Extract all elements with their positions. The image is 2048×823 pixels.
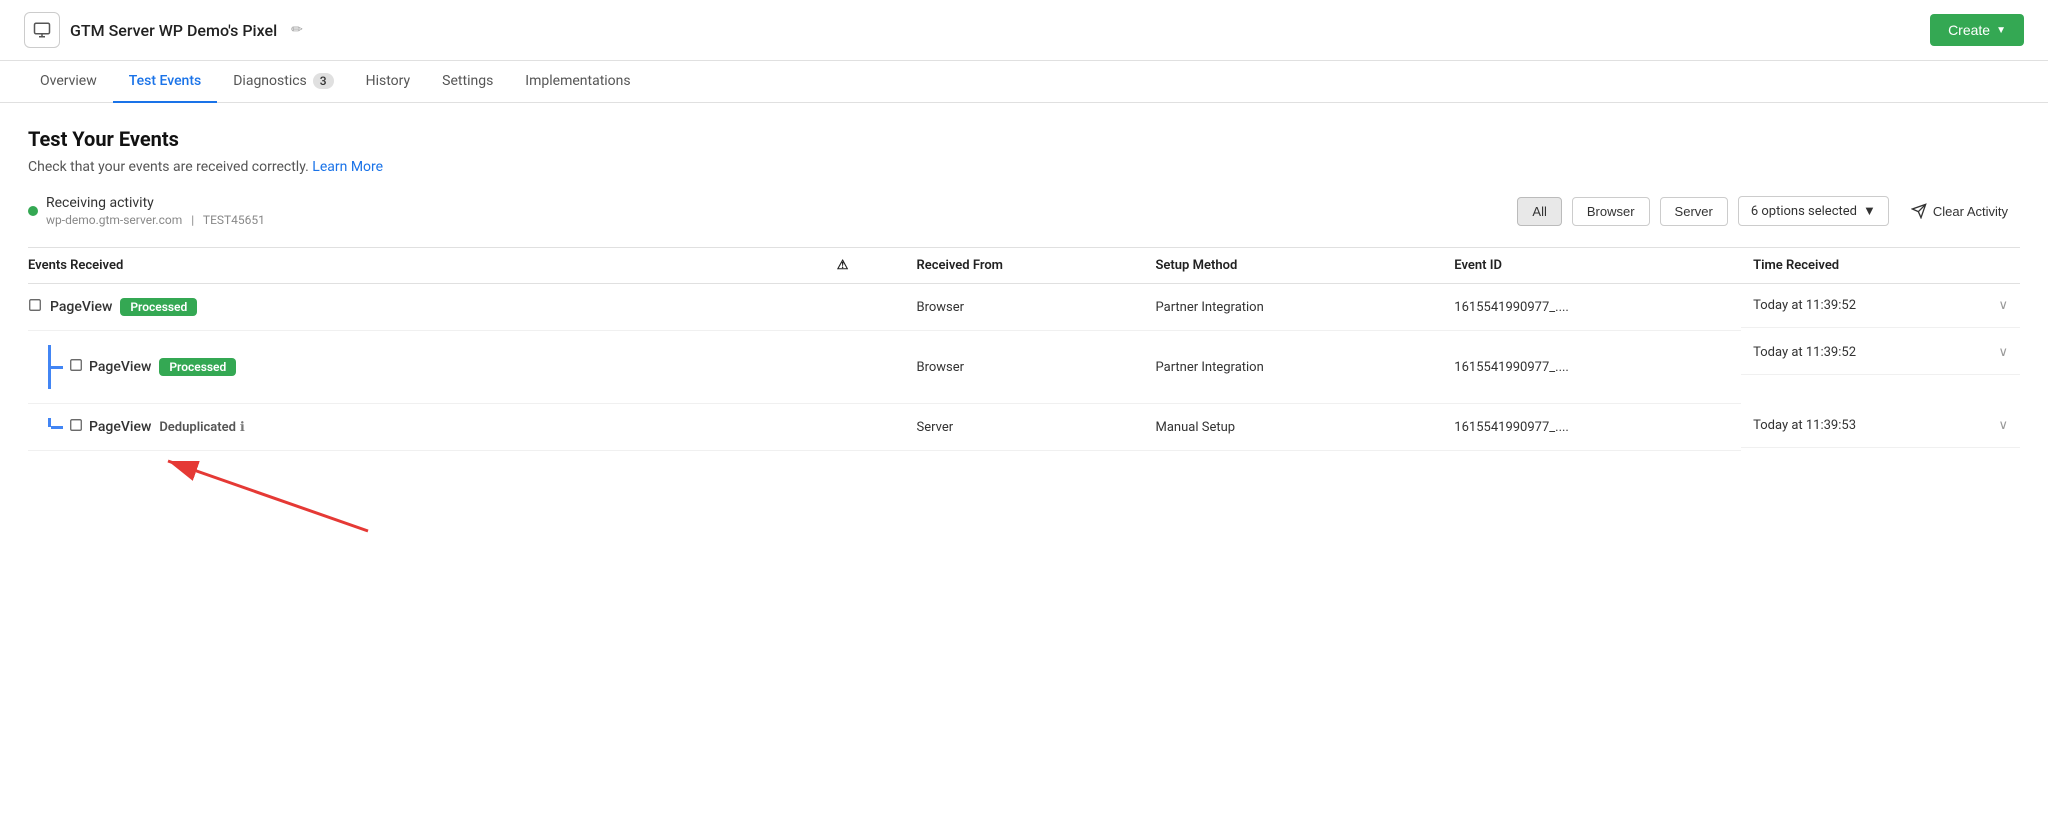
status-badge: Processed [159,358,236,376]
col-warning: ⚠ [825,248,905,284]
info-icon[interactable]: ℹ [240,420,245,435]
activity-info: Receiving activity wp-demo.gtm-server.co… [46,195,265,227]
col-event-id: Event ID [1442,248,1741,284]
table-row[interactable]: PageView Processed Browser Partner Integ… [28,284,2020,331]
event-icon [69,358,83,376]
expand-icon[interactable]: ∨ [1998,298,2008,313]
tab-settings[interactable]: Settings [426,61,509,103]
page-subtitle: Check that your events are received corr… [28,159,2020,175]
col-setup-method: Setup Method [1144,248,1443,284]
event-icon [69,418,83,436]
setup-method: Partner Integration [1144,284,1443,331]
event-id: 1615541990977_.... [1442,284,1741,331]
col-events-received: Events Received [28,248,825,284]
send-icon [1911,203,1927,219]
table-row[interactable]: PageView Deduplicated ℹ Server Manual Se… [28,404,2020,451]
time-received: Today at 11:39:52 [1753,345,1856,360]
annotation-row [28,451,2020,542]
expand-icon[interactable]: ∨ [1998,345,2008,360]
red-arrow-annotation [108,451,428,541]
filter-server-button[interactable]: Server [1660,197,1728,226]
activity-controls: All Browser Server 6 options selected ▼ … [1517,196,2020,226]
event-name: PageView [50,299,112,315]
activity-status-label: Receiving activity [46,195,265,211]
app-container: GTM Server WP Demo's Pixel ✏ Create ▼ Ov… [0,0,2048,823]
setup-method: Partner Integration [1144,331,1443,404]
event-name-cell: PageView Processed [28,331,825,404]
activity-status: Receiving activity wp-demo.gtm-server.co… [28,195,265,227]
header-left: GTM Server WP Demo's Pixel ✏ [24,12,303,48]
activity-bar: Receiving activity wp-demo.gtm-server.co… [28,195,2020,227]
header: GTM Server WP Demo's Pixel ✏ Create ▼ [0,0,2048,61]
status-dot [28,206,38,216]
status-badge: Processed [120,298,197,316]
received-from: Browser [904,284,1143,331]
page-title: Test Your Events [28,127,2020,151]
col-received-from: Received From [904,248,1143,284]
main-content: Test Your Events Check that your events … [0,103,2048,565]
tree-line-horizontal [51,426,63,429]
event-name: PageView [89,359,151,375]
event-name: PageView [89,419,151,435]
create-chevron: ▼ [1996,25,2006,36]
time-received: Today at 11:39:53 [1753,418,1856,433]
annotation-area [28,451,2020,541]
tree-line-top [48,418,51,427]
chevron-down-icon: ▼ [1863,203,1876,219]
status-deduplicated-label: Deduplicated [159,420,236,435]
filter-all-button[interactable]: All [1517,197,1561,226]
options-select[interactable]: 6 options selected ▼ [1738,196,1889,226]
nav-tabs: Overview Test Events Diagnostics 3 Histo… [0,61,2048,103]
header-title: GTM Server WP Demo's Pixel [70,21,277,40]
event-name-cell: PageView Processed [28,284,825,331]
activity-meta: wp-demo.gtm-server.com | TEST45651 [46,213,265,227]
event-icon [28,298,42,316]
tab-overview[interactable]: Overview [24,61,113,103]
expand-icon[interactable]: ∨ [1998,418,2008,433]
received-from: Browser [904,331,1143,404]
table-header-row: Events Received ⚠ Received From Setup Me… [28,248,2020,284]
tab-implementations[interactable]: Implementations [509,61,646,103]
monitor-icon [24,12,60,48]
time-received: Today at 11:39:52 [1753,298,1856,313]
tab-history[interactable]: History [350,61,427,103]
clear-activity-button[interactable]: Clear Activity [1899,197,2020,225]
tab-test-events[interactable]: Test Events [113,61,217,103]
learn-more-link[interactable]: Learn More [312,159,383,175]
event-id: 1615541990977_.... [1442,404,1741,451]
events-table: Events Received ⚠ Received From Setup Me… [28,247,2020,541]
create-button[interactable]: Create ▼ [1930,14,2024,46]
edit-icon[interactable]: ✏ [291,22,303,38]
table-row[interactable]: PageView Processed Browser Partner Integ… [28,331,2020,404]
setup-method: Manual Setup [1144,404,1443,451]
event-id: 1615541990977_.... [1442,331,1741,404]
event-name-cell: PageView Deduplicated ℹ [28,404,825,451]
diagnostics-badge: 3 [313,73,334,89]
filter-browser-button[interactable]: Browser [1572,197,1650,226]
col-time-received: Time Received [1741,248,2020,284]
tree-line-horizontal [51,366,63,369]
received-from: Server [904,404,1143,451]
tab-diagnostics[interactable]: Diagnostics 3 [217,61,349,103]
